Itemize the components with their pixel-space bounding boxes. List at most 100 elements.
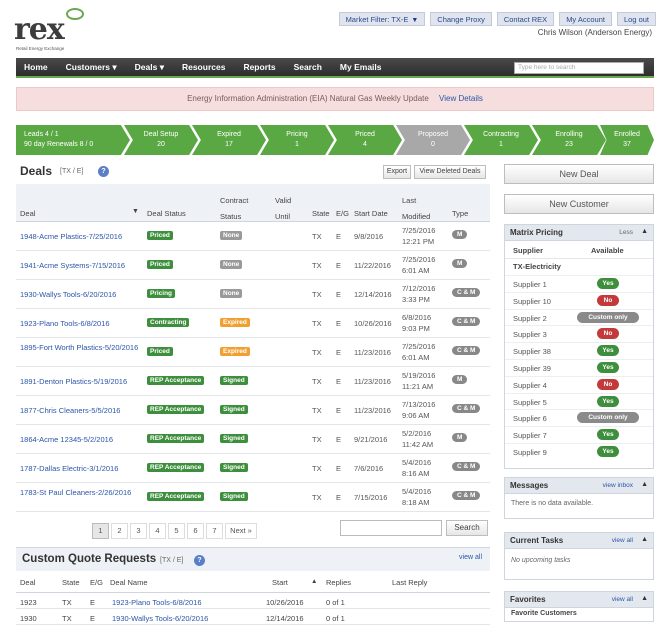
supplier-link[interactable]: Supplier 2 bbox=[513, 314, 547, 323]
supplier-link[interactable]: Supplier 3 bbox=[513, 330, 547, 339]
col-last-modified[interactable]: Last Modified bbox=[402, 193, 436, 225]
table-row[interactable]: 1930-Wallys Tools-6/20/2016 Pricing None TX… bbox=[16, 280, 490, 309]
table-row[interactable]: 1864-Acme 12345-5/2/2016 REP Acceptance Si… bbox=[16, 425, 490, 454]
banner-view-details-link[interactable]: View Details bbox=[439, 94, 483, 103]
table-row[interactable]: 1891-Denton Plastics-5/19/2016 REP Accept… bbox=[16, 367, 490, 396]
nav-reports[interactable]: Reports bbox=[243, 62, 275, 72]
deal-link[interactable]: 1895-Fort Worth Plastics-5/20/2016 bbox=[20, 342, 145, 353]
supplier-link[interactable]: Supplier 4 bbox=[513, 381, 547, 390]
collapse-icon[interactable]: ▲ bbox=[641, 595, 648, 602]
cq-col-start[interactable]: Start bbox=[272, 578, 288, 587]
cq-col-state[interactable]: State bbox=[62, 578, 80, 587]
supplier-link[interactable]: Supplier 39 bbox=[513, 364, 551, 373]
favorites-view-all-link[interactable]: view all bbox=[612, 596, 633, 603]
export-button[interactable]: Export bbox=[383, 165, 411, 179]
col-state[interactable]: State bbox=[312, 209, 330, 218]
deal-link[interactable]: 1787-Dallas Electric-3/1/2016 bbox=[20, 464, 145, 473]
supplier-link[interactable]: Supplier 38 bbox=[513, 347, 551, 356]
deal-link[interactable]: 1891-Denton Plastics-5/19/2016 bbox=[20, 377, 145, 386]
cq-col-deal-name[interactable]: Deal Name bbox=[110, 578, 148, 587]
global-search-input[interactable]: Type here to search bbox=[514, 62, 644, 74]
deal-link[interactable]: 1923-Plano Tools-6/8/2016 bbox=[20, 319, 145, 328]
deals-search-button[interactable]: Search bbox=[446, 520, 488, 536]
pipeline-stage-enrolled[interactable]: Enrolled 37 bbox=[600, 125, 654, 155]
nav-resources[interactable]: Resources bbox=[182, 62, 225, 72]
tasks-view-all-link[interactable]: view all bbox=[612, 537, 633, 544]
col-contract-status[interactable]: Contract Status bbox=[220, 193, 256, 225]
supplier-link[interactable]: Supplier 9 bbox=[513, 448, 547, 457]
table-row[interactable]: 1948-Acme Plastics-7/25/2016 Priced None TX… bbox=[16, 222, 490, 251]
market-filter-dropdown[interactable]: Market Filter: TX-E ▼ bbox=[338, 12, 426, 26]
help-icon[interactable]: ? bbox=[98, 166, 109, 177]
help-icon[interactable]: ? bbox=[194, 555, 205, 566]
page-button[interactable]: 4 bbox=[149, 523, 166, 539]
page-button[interactable]: Next » bbox=[225, 523, 257, 539]
deal-link[interactable]: 1930-Wallys Tools-6/20/2016 bbox=[20, 290, 145, 299]
col-eg[interactable]: E/G bbox=[336, 209, 349, 218]
collapse-icon[interactable]: ▲ bbox=[641, 481, 648, 488]
deal-link[interactable]: 1864-Acme 12345-5/2/2016 bbox=[20, 435, 145, 444]
change-proxy-link[interactable]: Change Proxy bbox=[430, 12, 492, 26]
supplier-link[interactable]: Supplier 5 bbox=[513, 398, 547, 407]
page-button[interactable]: 1 bbox=[92, 523, 109, 539]
nav-my-emails[interactable]: My Emails bbox=[340, 62, 382, 72]
nav-deals[interactable]: Deals ▾ bbox=[135, 62, 164, 73]
pipeline-stage-priced[interactable]: Priced 4 bbox=[328, 125, 402, 155]
deal-link[interactable]: 1877-Chris Cleaners-5/5/2016 bbox=[20, 406, 145, 415]
supplier-link[interactable]: Supplier 1 bbox=[513, 280, 547, 289]
col-start-date[interactable]: Start Date bbox=[354, 209, 388, 218]
pipeline-stage-enrolling[interactable]: Enrolling 23 bbox=[532, 125, 606, 155]
nav-customers[interactable]: Customers ▾ bbox=[66, 62, 117, 73]
supplier-link[interactable]: Supplier 7 bbox=[513, 431, 547, 440]
col-deal-status[interactable]: Deal Status bbox=[147, 209, 186, 218]
page-button[interactable]: 6 bbox=[187, 523, 204, 539]
new-customer-button[interactable]: New Customer bbox=[504, 194, 654, 214]
nav-home[interactable]: Home bbox=[24, 62, 48, 72]
deal-link[interactable]: 1948-Acme Plastics-7/25/2016 bbox=[20, 232, 145, 241]
deal-link[interactable]: 1783-St Paul Cleaners-2/26/2016 bbox=[20, 487, 145, 498]
collapse-icon[interactable]: ▲ bbox=[641, 228, 648, 235]
table-row[interactable]: 1923-Plano Tools-6/8/2016 Contracting Expi… bbox=[16, 309, 490, 338]
col-deal[interactable]: Deal bbox=[20, 209, 35, 218]
deals-search-input[interactable] bbox=[340, 520, 442, 536]
pipeline-stage-leads-4-1[interactable]: Leads 4 / 1 90 day Renewals 8 / 0 bbox=[16, 125, 130, 155]
rex-logo[interactable]: rex Retail Energy Exchange bbox=[14, 8, 84, 54]
supplier-link[interactable]: Supplier 6 bbox=[513, 414, 547, 423]
cq-col-deal[interactable]: Deal bbox=[20, 578, 35, 587]
view-deleted-deals-button[interactable]: View Deleted Deals bbox=[414, 165, 486, 179]
page-button[interactable]: 7 bbox=[206, 523, 223, 539]
table-row[interactable]: 1787-Dallas Electric-3/1/2016 REP Accepta… bbox=[16, 454, 490, 483]
matrix-pricing-less-link[interactable]: Less bbox=[619, 229, 633, 236]
pipeline-stage-contracting[interactable]: Contracting 1 bbox=[464, 125, 538, 155]
supplier-link[interactable]: Supplier 10 bbox=[513, 297, 551, 306]
collapse-icon[interactable]: ▲ bbox=[641, 536, 648, 543]
sort-up-icon[interactable]: ▲ bbox=[311, 578, 317, 585]
page-button[interactable]: 2 bbox=[111, 523, 128, 539]
pipeline-stage-pricing[interactable]: Pricing 1 bbox=[260, 125, 334, 155]
pipeline-stage-deal-setup[interactable]: Deal Setup 20 bbox=[124, 125, 198, 155]
col-valid-until[interactable]: Valid Until bbox=[275, 193, 299, 225]
my-account-link[interactable]: My Account bbox=[559, 12, 612, 26]
custom-quotes-view-all-link[interactable]: view all bbox=[459, 554, 482, 561]
table-row[interactable]: 1877-Chris Cleaners-5/5/2016 REP Acceptan… bbox=[16, 396, 490, 425]
table-row[interactable]: 1923 TX E 1923-Plano Tools-6/8/2016 10/2… bbox=[16, 593, 490, 609]
table-row[interactable]: 1941-Acme Systems-7/15/2016 Priced None TX E… bbox=[16, 251, 490, 280]
log-out-link[interactable]: Log out bbox=[616, 12, 656, 26]
table-row[interactable]: 1783-St Paul Cleaners-2/26/2016 REP Accep… bbox=[16, 483, 490, 512]
page-button[interactable]: 5 bbox=[168, 523, 185, 539]
pipeline-stage-proposed[interactable]: Proposed 0 bbox=[396, 125, 470, 155]
cq-col-last-reply[interactable]: Last Reply bbox=[392, 578, 427, 587]
nav-search[interactable]: Search bbox=[294, 62, 322, 72]
cq-col-replies[interactable]: Replies bbox=[326, 578, 351, 587]
page-button[interactable]: 3 bbox=[130, 523, 147, 539]
pipeline-stage-expired[interactable]: Expired 17 bbox=[192, 125, 266, 155]
contact-rex-link[interactable]: Contact REX bbox=[496, 12, 555, 26]
cq-col-eg[interactable]: E/G bbox=[90, 578, 103, 587]
view-inbox-link[interactable]: view inbox bbox=[603, 482, 633, 489]
table-row[interactable]: 1895-Fort Worth Plastics-5/20/2016 Priced… bbox=[16, 338, 490, 367]
new-deal-button[interactable]: New Deal bbox=[504, 164, 654, 184]
sort-down-icon[interactable]: ▼ bbox=[132, 208, 139, 215]
deal-link[interactable]: 1941-Acme Systems-7/15/2016 bbox=[20, 261, 145, 270]
cq-deal-link[interactable]: 1923-Plano Tools-6/8/2016 bbox=[112, 598, 202, 607]
col-type[interactable]: Type bbox=[452, 209, 468, 218]
